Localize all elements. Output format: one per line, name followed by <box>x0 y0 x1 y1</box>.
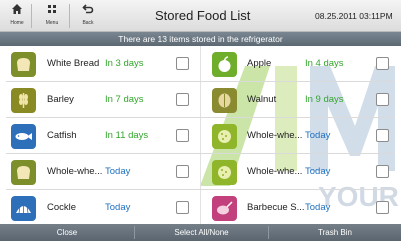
expiry-status: In 4 days <box>305 58 344 69</box>
expiry-status: In 3 days <box>105 58 144 69</box>
food-name: Barbecue S... <box>247 202 305 213</box>
trash-bin-button[interactable]: Trash Bin <box>269 224 401 241</box>
food-item[interactable]: Apple In 4 days <box>201 46 401 82</box>
food-item[interactable]: Cockle Today <box>0 190 200 226</box>
back-arrow-icon <box>76 3 100 19</box>
list-row: White Bread In 3 days Apple In 4 days <box>0 46 401 82</box>
food-item[interactable]: Whole-whe... Today <box>0 154 200 190</box>
date-time: 08.25.2011 03:11PM <box>315 11 393 21</box>
expiry-status: In 11 days <box>105 130 149 141</box>
food-name: Cockle <box>47 202 77 213</box>
walnut-icon <box>212 88 237 113</box>
fish-icon <box>11 124 36 149</box>
page-title: Stored Food List <box>155 8 251 23</box>
item-checkbox[interactable] <box>176 165 189 178</box>
home-label: Home <box>10 20 24 26</box>
item-checkbox[interactable] <box>376 129 389 142</box>
food-name: White Bread <box>47 58 100 69</box>
list-row: Catfish In 11 days Whole-whe... Today <box>0 118 401 154</box>
home-button[interactable]: Home <box>5 3 29 29</box>
list-row: Cockle Today Barbecue S... Today <box>0 190 401 226</box>
bread-icon <box>11 52 36 77</box>
item-checkbox[interactable] <box>176 129 189 142</box>
item-checkbox[interactable] <box>176 93 189 106</box>
food-item[interactable]: Whole-whe... Today <box>201 118 401 154</box>
top-bar: Home Menu Back Stored Food List 08.25.20… <box>0 0 401 32</box>
food-item[interactable]: Barley In 7 days <box>0 82 200 118</box>
menu-label: Menu <box>45 20 59 26</box>
food-name: Whole-whe... <box>247 130 303 141</box>
food-name: Barley <box>47 94 74 105</box>
apple-icon <box>212 52 237 77</box>
food-item[interactable]: Catfish In 11 days <box>0 118 200 154</box>
expiry-status: Today <box>105 166 131 177</box>
expiry-status: Today <box>305 166 331 177</box>
shell-icon <box>11 196 36 221</box>
item-count-banner: There are 13 items stored in the refrige… <box>0 32 401 46</box>
food-name: Whole-whe... <box>47 166 103 177</box>
food-item[interactable]: Whole-whe... Today <box>201 154 401 190</box>
grain-icon <box>212 124 237 149</box>
food-item[interactable]: White Bread In 3 days <box>0 46 200 82</box>
back-label: Back <box>82 20 94 26</box>
food-item[interactable]: Barbecue S... Today <box>201 190 401 226</box>
food-name: Apple <box>247 58 272 69</box>
meat-icon <box>212 196 237 221</box>
item-checkbox[interactable] <box>376 93 389 106</box>
menu-button[interactable]: Menu <box>40 3 64 29</box>
expiry-status: Today <box>305 202 331 213</box>
food-item[interactable]: Walnut In 9 days <box>201 82 401 118</box>
menu-grid-icon <box>40 3 64 19</box>
item-checkbox[interactable] <box>376 165 389 178</box>
bottom-action-bar: Close Select All/None Trash Bin <box>0 224 401 241</box>
select-all-none-button[interactable]: Select All/None <box>135 224 268 241</box>
expiry-status: Today <box>305 130 331 141</box>
close-button[interactable]: Close <box>0 224 134 241</box>
food-name: Catfish <box>47 130 77 141</box>
item-checkbox[interactable] <box>176 57 189 70</box>
expiry-status: In 9 days <box>305 94 344 105</box>
item-checkbox[interactable] <box>376 57 389 70</box>
item-checkbox[interactable] <box>376 201 389 214</box>
expiry-status: In 7 days <box>105 94 144 105</box>
home-icon <box>5 3 29 19</box>
item-checkbox[interactable] <box>176 201 189 214</box>
grain-icon <box>11 88 36 113</box>
grain-icon <box>212 160 237 185</box>
food-name: Whole-whe... <box>247 166 303 177</box>
list-row: Whole-whe... Today Whole-whe... Today <box>0 154 401 190</box>
bread-icon <box>11 160 36 185</box>
food-list: YOUR White Bread In 3 days Apple In 4 da… <box>0 46 401 224</box>
food-name: Walnut <box>247 94 277 105</box>
list-row: Barley In 7 days Walnut In 9 days <box>0 82 401 118</box>
back-button[interactable]: Back <box>76 3 100 29</box>
expiry-status: Today <box>105 202 131 213</box>
